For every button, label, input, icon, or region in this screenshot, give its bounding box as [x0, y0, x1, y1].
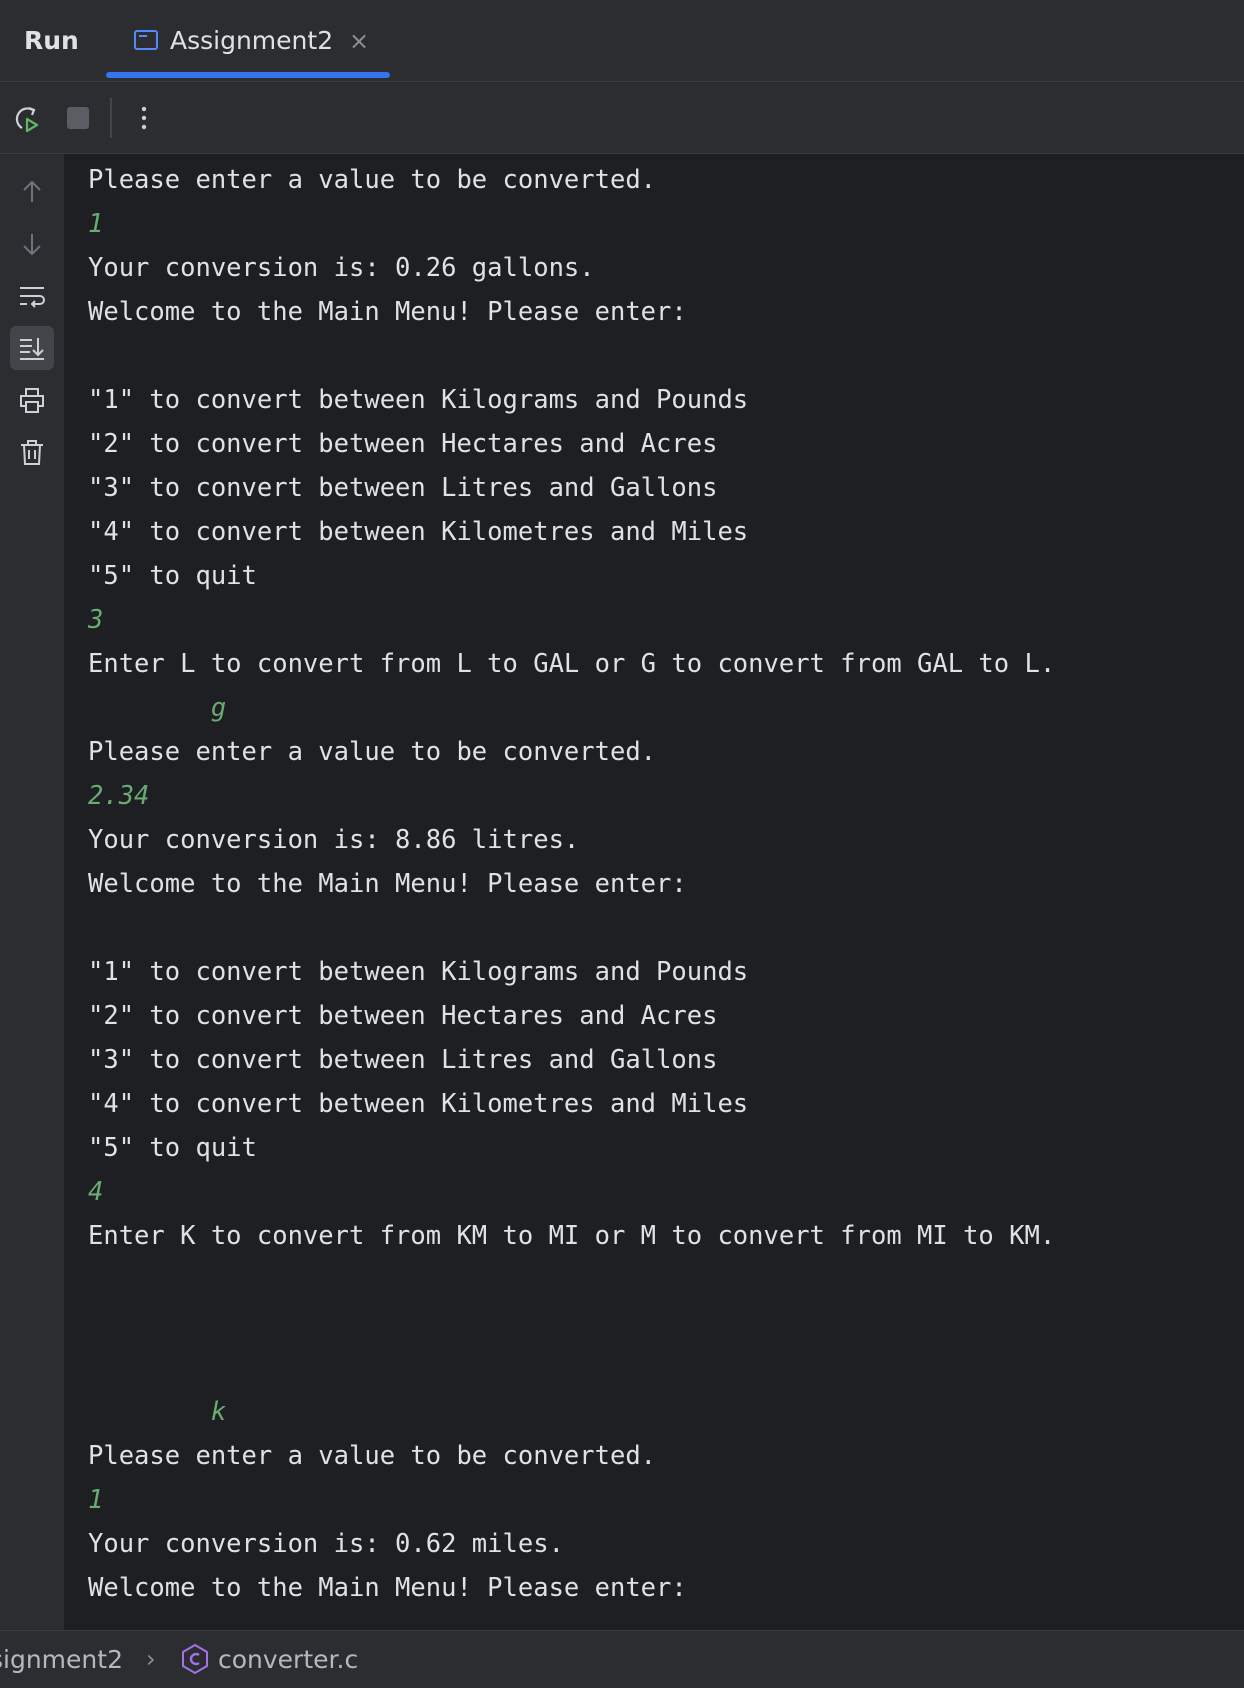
- console-output-line: Enter K to convert from KM to MI or M to…: [88, 1221, 1056, 1251]
- console-output-line: "3" to convert between Litres and Gallon…: [88, 1045, 718, 1075]
- console-input-line: 3: [88, 605, 104, 635]
- console-side-toolbar: [0, 154, 64, 1630]
- console-output-line: Please enter a value to be converted.: [88, 737, 657, 767]
- toolbar-separator: [110, 98, 112, 138]
- tab-label: Assignment2: [170, 26, 334, 55]
- print-icon: [20, 388, 44, 413]
- breadcrumb-file[interactable]: converter.c: [218, 1645, 358, 1674]
- console-output-line: "5" to quit: [88, 1133, 257, 1163]
- down-button[interactable]: [10, 222, 54, 266]
- status-bar: signment2 › converter.c: [0, 1630, 1244, 1688]
- console-output-line: Your conversion is: 0.26 gallons.: [88, 253, 595, 283]
- console-output-line: Welcome to the Main Menu! Please enter:: [88, 869, 687, 899]
- run-tool-window-header: Run Assignment2 ×: [0, 0, 1244, 82]
- console-input-line: 1: [88, 1485, 104, 1515]
- console-output-line: Welcome to the Main Menu! Please enter:: [88, 297, 687, 327]
- console-output-line: "1" to convert between Kilograms and Pou…: [88, 385, 749, 415]
- tab-assignment2[interactable]: Assignment2 ×: [106, 0, 390, 82]
- trash-icon: [21, 440, 43, 465]
- more-options-button[interactable]: [126, 100, 162, 136]
- console-output-line: "4" to convert between Kilometres and Mi…: [88, 1089, 749, 1119]
- arrow-down-icon: [23, 234, 41, 256]
- console-output-line: "3" to convert between Litres and Gallon…: [88, 473, 718, 503]
- console-input-line: 1: [88, 209, 104, 239]
- console-output-line: "1" to convert between Kilograms and Pou…: [88, 957, 749, 987]
- console-input-line: 4: [88, 1177, 104, 1207]
- clear-all-button[interactable]: [10, 430, 54, 474]
- close-icon[interactable]: ×: [349, 29, 369, 53]
- arrow-up-icon: [23, 180, 41, 202]
- soft-wrap-button[interactable]: [10, 274, 54, 318]
- scroll-to-end-button[interactable]: [10, 326, 54, 370]
- scroll-to-end-icon: [20, 338, 44, 360]
- console-output-line: Please enter a value to be converted.: [88, 165, 657, 195]
- stop-icon: [67, 107, 89, 129]
- console-output[interactable]: Please enter a value to be converted. 1 Yo…: [64, 154, 1244, 1630]
- console-output-line: Enter L to convert from L to GAL or G to…: [88, 649, 1056, 679]
- console-input-line: g: [88, 693, 227, 723]
- rerun-icon: [15, 106, 39, 133]
- active-tab-indicator: [106, 72, 390, 78]
- more-options-icon: [141, 106, 147, 130]
- console-input-line: k: [88, 1397, 227, 1427]
- console-output-line: "5" to quit: [88, 561, 257, 591]
- console-icon: [134, 30, 158, 50]
- print-button[interactable]: [10, 378, 54, 422]
- console-output-line: Welcome to the Main Menu! Please enter:: [88, 1573, 687, 1603]
- console-output-line: Your conversion is: 0.62 miles.: [88, 1529, 564, 1559]
- stop-button[interactable]: [60, 100, 96, 136]
- up-button[interactable]: [10, 170, 54, 214]
- console-input-line: 2.34: [88, 781, 150, 811]
- console-output-line: "2" to convert between Hectares and Acre…: [88, 429, 718, 459]
- console-output-line: "2" to convert between Hectares and Acre…: [88, 1001, 718, 1031]
- run-title: Run: [24, 26, 79, 55]
- c-file-icon: [182, 1643, 208, 1675]
- run-toolbar: [0, 82, 1244, 154]
- console-output-line: Your conversion is: 8.86 litres.: [88, 825, 580, 855]
- chevron-right-icon: ›: [146, 1645, 156, 1673]
- breadcrumb-project[interactable]: signment2: [0, 1645, 123, 1674]
- rerun-button[interactable]: [8, 100, 44, 136]
- console-output-line: "4" to convert between Kilometres and Mi…: [88, 517, 749, 547]
- console-output-line: Please enter a value to be converted.: [88, 1441, 657, 1471]
- soft-wrap-icon: [20, 287, 45, 308]
